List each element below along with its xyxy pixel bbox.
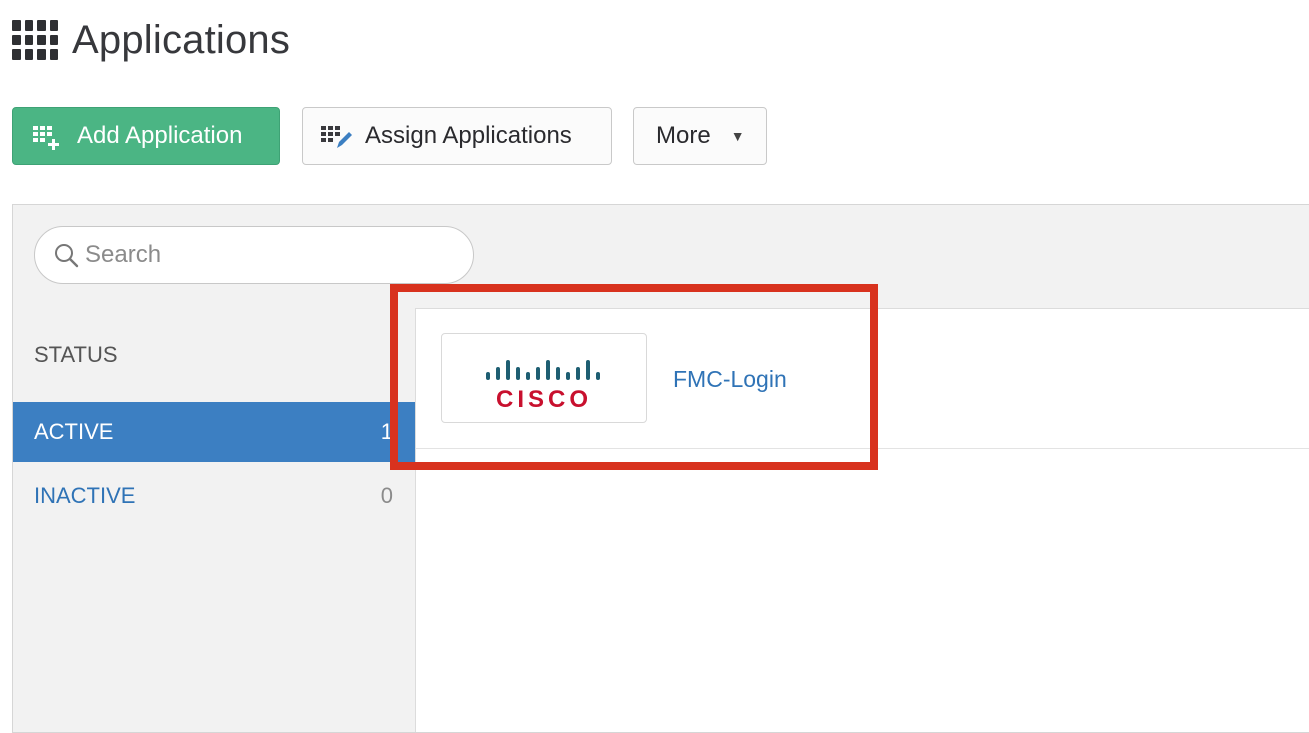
status-heading: STATUS	[34, 342, 118, 367]
status-sidebar: STATUS ACTIVE 1 INACTIVE 0	[13, 308, 416, 732]
assign-app-grid-icon	[321, 124, 352, 148]
sidebar-item-count: 1	[380, 419, 393, 444]
app-link-fmc-login[interactable]: FMC-Login	[673, 366, 787, 393]
sidebar-item-active[interactable]: ACTIVE 1	[13, 402, 415, 462]
add-application-button[interactable]: Add Application	[12, 107, 280, 165]
sidebar-item-count: 0	[380, 483, 393, 508]
assign-applications-label: Assign Applications	[365, 122, 572, 149]
sidebar-item-label: ACTIVE	[34, 419, 114, 444]
chevron-down-icon: ▼	[730, 128, 745, 144]
page-header: Applications	[12, 12, 290, 68]
search-icon	[53, 242, 79, 268]
add-app-grid-icon	[33, 124, 63, 150]
app-list: CISCO FMC-Login	[416, 308, 1309, 732]
list-item: CISCO FMC-Login	[416, 308, 1309, 449]
assign-applications-button[interactable]: Assign Applications	[302, 107, 612, 165]
app-grid-icon	[12, 20, 58, 60]
search-field[interactable]	[34, 226, 474, 284]
page-title: Applications	[72, 17, 291, 62]
cisco-logo-text: CISCO	[496, 386, 592, 413]
search-bar-area	[13, 205, 1309, 309]
add-application-label: Add Application	[77, 122, 243, 149]
cisco-logo[interactable]: CISCO	[441, 333, 647, 423]
more-label: More	[656, 122, 711, 149]
search-input[interactable]	[83, 240, 447, 270]
applications-panel: STATUS ACTIVE 1 INACTIVE 0	[12, 204, 1309, 733]
sidebar-item-label: INACTIVE	[34, 483, 136, 508]
more-dropdown-button[interactable]: More ▼	[633, 107, 767, 165]
sidebar-item-inactive[interactable]: INACTIVE 0	[13, 466, 415, 526]
